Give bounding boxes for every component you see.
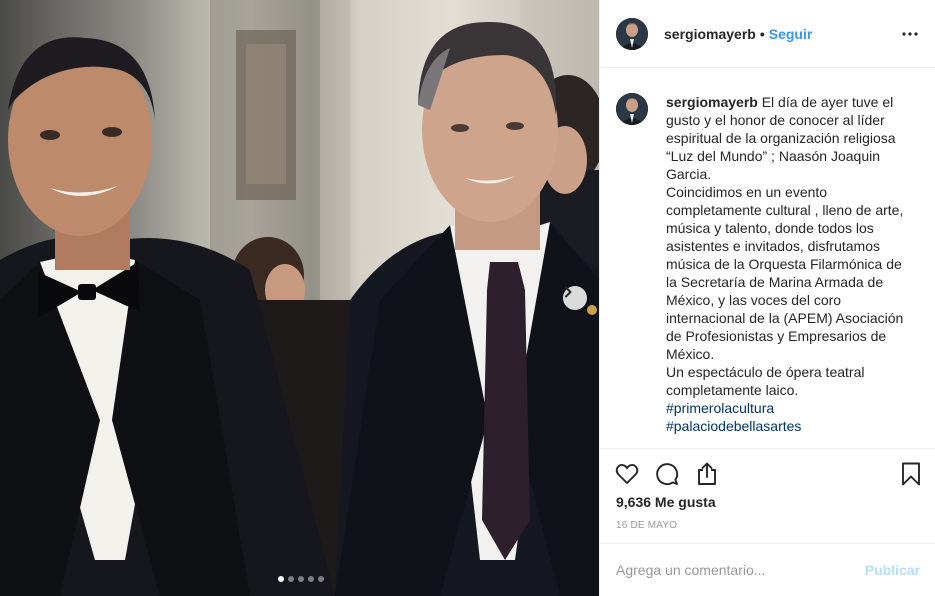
share-icon [698,462,716,485]
post-caption: sergiomayerb El día de ayer tuve el gust… [616,93,926,435]
caption-line: asistentes e invitados, disfrutamos [666,238,880,254]
caption-line: México. [666,346,715,362]
post-actions [600,448,935,498]
like-button[interactable] [614,461,640,487]
carousel-dot [298,576,304,582]
caption-line: Garcia. [666,166,712,182]
caption-line: “Luz del Mundo” ; Naasón Joaquin [666,148,881,164]
carousel-dot [288,576,294,582]
caption-username-link[interactable]: sergiomayerb [666,94,758,110]
caption-line-text: El día de ayer tuve el [761,94,894,110]
instagram-post: sergiomayerb • Seguir sergiomayerb El dí… [0,0,935,596]
caption-line: Coincidimos en un evento [666,184,828,200]
separator-bullet: • [759,25,765,42]
hashtag-link[interactable]: #palaciodebellasartes [666,417,916,435]
comment-input[interactable] [616,562,865,578]
more-horizontal-icon [902,32,918,36]
post-side-panel: sergiomayerb • Seguir sergiomayerb El dí… [599,0,935,596]
caption-line: espiritual de la organización religiosa [666,130,896,146]
caption-line: sergiomayerb El día de ayer tuve el [666,93,916,111]
more-options-button[interactable] [900,24,920,44]
post-date[interactable]: 16 DE MAYO [616,520,677,531]
caption-line: de Profesionistas y Empresarios de [666,328,887,344]
carousel-next-button[interactable] [563,286,587,310]
carousel-dot [308,576,314,582]
carousel-dot [278,576,284,582]
avatar[interactable] [616,17,648,50]
carousel-dot [318,576,324,582]
caption-line: internacional de la (APEM) Asociación [666,310,904,326]
avatar[interactable] [616,93,648,125]
post-photo[interactable] [0,0,599,596]
avatar-image [616,17,648,50]
carousel-indicator [0,576,599,582]
publish-button[interactable]: Publicar [865,562,920,578]
chevron-right-icon [565,286,572,298]
comment-button[interactable] [654,461,680,487]
comment-bar: Publicar [600,543,935,596]
post-header: sergiomayerb • Seguir [600,0,935,68]
follow-button[interactable]: Seguir [769,26,813,42]
caption-line: gusto y el honor de conocer al líder [666,112,885,128]
save-button[interactable] [898,461,924,487]
comment-icon [656,463,679,486]
bookmark-icon [902,462,920,486]
caption-line: México, y las voces del coro [666,292,842,308]
heart-icon [615,463,639,484]
likes-count[interactable]: 9,636 Me gusta [616,494,716,510]
avatar-image [616,93,648,125]
caption-line: completamente laico. [666,382,799,398]
caption-line: completamente cultural , lleno de arte, [666,202,904,218]
caption-line: música y talento, donde todos los [666,220,874,236]
hashtag-link[interactable]: #primerolacultura [666,399,916,417]
photo-illustration [0,0,599,596]
caption-line: música de la Orquesta Filarmónica de [666,256,902,272]
caption-text: sergiomayerb El día de ayer tuve el gust… [666,93,916,435]
caption-line: la Secretaría de Marina Armada de [666,274,884,290]
username-link[interactable]: sergiomayerb [664,26,756,42]
share-button[interactable] [694,461,720,487]
caption-line: Un espectáculo de ópera teatral [666,364,865,380]
